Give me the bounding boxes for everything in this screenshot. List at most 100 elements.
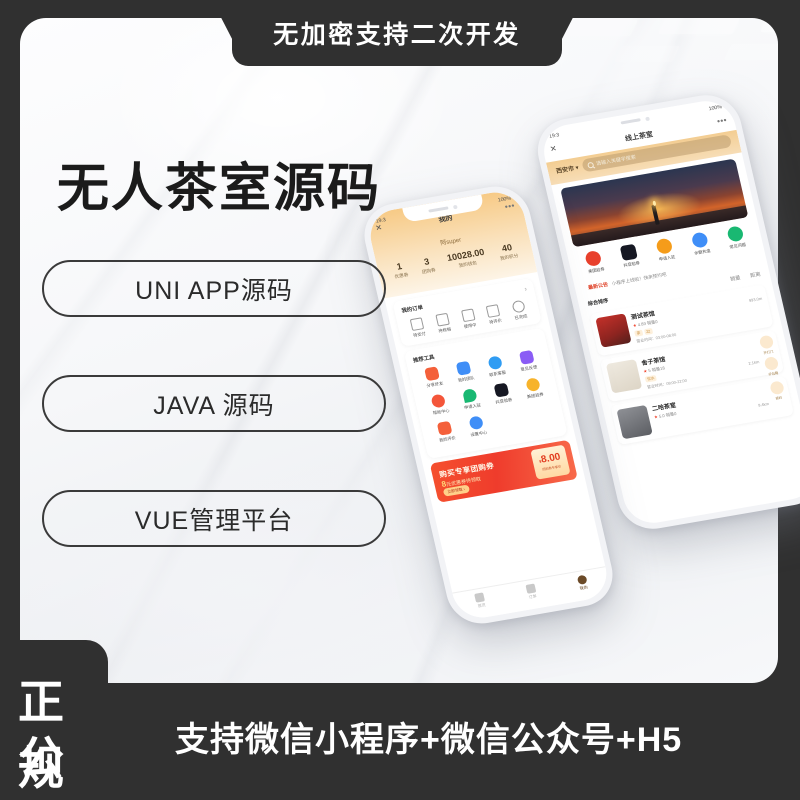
door-icon [460, 308, 476, 323]
tool-help[interactable]: 帮助中心 [422, 392, 458, 418]
order-icon [525, 583, 537, 594]
location-icon [462, 388, 478, 404]
shop-rating: 4.89 [637, 320, 647, 328]
shop-action-label: 开灯门 [763, 349, 774, 356]
shop-tag: 22 [643, 327, 653, 336]
stat-coupons[interactable]: 1 优惠券 [392, 261, 410, 280]
tab-home[interactable]: 首页 [474, 592, 487, 610]
tool-label: 抖音验券 [495, 397, 513, 406]
meituan-icon [584, 249, 603, 268]
douyin-icon [493, 383, 510, 398]
tool-service[interactable]: 联系客服 [478, 354, 514, 380]
shop-rating: 5.0 [658, 413, 666, 420]
tab-orders[interactable]: 订单 [525, 583, 538, 601]
check-circle-icon [511, 300, 526, 314]
more-icon[interactable]: ••• [716, 116, 728, 126]
promo-coupon: ¥8.00 团购券专享价 [530, 445, 571, 481]
company-badge-line2: 公司 [18, 732, 67, 800]
close-icon[interactable]: ✕ [549, 144, 558, 154]
tool-label: 我的团队 [457, 375, 476, 384]
feature-pill-label: UNI APP源码 [135, 276, 293, 305]
order-status-label: 使用中 [463, 322, 478, 330]
help-icon [430, 393, 447, 409]
city-label: 西安市 [555, 166, 575, 176]
gear-icon [468, 415, 485, 431]
quick-icon-faq[interactable]: 常见问题 [716, 224, 757, 253]
comment-icon [486, 304, 501, 319]
order-status-label: 待核销 [438, 326, 452, 334]
feature-pill-uniapp[interactable]: UNI APP源码 [42, 260, 386, 317]
tool-label: 联系客服 [488, 370, 507, 378]
tools-card: 推荐工具 分享好友 我的团队 联系客服 意见反馈 帮助中心 申请入驻 抖音验券 … [403, 328, 568, 460]
poster-root: 无加密支持二次开发 无人茶室源码 UNI APP源码 JAVA 源码 VUE管理… [0, 0, 800, 800]
order-status-inuse[interactable]: 使用中 [455, 308, 483, 332]
shop-action-group[interactable]: 预约 [768, 380, 786, 402]
quick-icon-recharge[interactable]: 余额充值 [680, 230, 721, 259]
stat-points[interactable]: 40 我的积分 [497, 242, 519, 262]
page-title: 无人茶室源码 [57, 160, 382, 218]
tool-label: 意见反馈 [520, 364, 538, 373]
star-icon: ★ [653, 414, 659, 421]
quick-icon-meituan[interactable]: 美团验券 [574, 248, 615, 277]
quick-icon-label: 常见问题 [729, 241, 747, 250]
team-icon [455, 361, 472, 377]
tool-feedback[interactable]: 意见反馈 [509, 349, 545, 375]
tools-title: 推荐工具 [412, 355, 436, 365]
tool-meituan[interactable]: 美团验券 [516, 376, 552, 402]
tool-team[interactable]: 我的团队 [447, 360, 483, 386]
user-icon [576, 574, 588, 585]
quick-icon-apply[interactable]: 申请入驻 [645, 236, 686, 265]
tool-douyin[interactable]: 抖音验券 [484, 382, 520, 408]
feature-pill-label: VUE管理平台 [134, 506, 294, 535]
door-icon [763, 356, 779, 372]
order-status-label: 待支付 [412, 331, 427, 339]
order-status-label: 已完成 [514, 313, 528, 321]
quick-icon-label: 申请入驻 [658, 254, 676, 262]
order-status-done[interactable]: 已完成 [505, 299, 533, 323]
order-status-verify[interactable]: 待核销 [429, 312, 457, 336]
wallet-icon [409, 317, 425, 332]
service-icon [487, 355, 504, 371]
tab-label: 首页 [477, 602, 487, 609]
stat-group-coupons[interactable]: 3 团购券 [419, 256, 437, 276]
tab-mine[interactable]: 我的 [576, 574, 589, 592]
feedback-icon [518, 350, 535, 366]
order-status-review[interactable]: 待评价 [480, 303, 508, 327]
home-icon [474, 592, 486, 603]
search-icon [586, 161, 594, 169]
feature-pill-java[interactable]: JAVA 源码 [42, 375, 386, 432]
city-selector[interactable]: 西安市 ▾ [555, 162, 580, 176]
sort-option-distance[interactable]: 距离 [750, 271, 762, 280]
quick-icon-douyin[interactable]: 抖音验券 [610, 242, 651, 271]
tool-review[interactable]: 我的评价 [428, 420, 464, 446]
orders-title: 我的订单 [401, 305, 424, 315]
shop-thumbnail [616, 405, 653, 440]
review-icon [437, 421, 453, 437]
company-badge: 正规 公司 [0, 640, 108, 800]
tab-label: 订单 [528, 593, 538, 600]
shop-action-label: 开包厢 [768, 371, 779, 377]
search-placeholder: 请输入关键字搜索 [595, 154, 637, 168]
box-icon [435, 313, 450, 328]
shop-sales: 销量0 [665, 411, 678, 418]
tool-apply[interactable]: 申请入驻 [453, 387, 489, 413]
sort-option-composite[interactable]: 综合排序 [587, 297, 609, 307]
tools-grid: 分享好友 我的团队 联系客服 意见反馈 帮助中心 申请入驻 抖音验券 美团验券 … [415, 349, 559, 452]
door-icon [758, 334, 774, 350]
top-banner: 无加密支持二次开发 [232, 0, 562, 66]
feature-pill-list: UNI APP源码 JAVA 源码 VUE管理平台 [42, 260, 386, 605]
tool-label: 美团验券 [526, 391, 545, 400]
tool-share[interactable]: 分享好友 [415, 365, 451, 391]
stat-wallet[interactable]: 10028.00 我的钱包 [446, 247, 487, 271]
shop-tag: 茶 [634, 329, 643, 338]
feature-pill-vue[interactable]: VUE管理平台 [42, 490, 386, 547]
sort-option-sales[interactable]: 销量 [729, 274, 742, 283]
tool-label: 帮助中心 [432, 408, 451, 416]
douyin-icon [619, 243, 639, 261]
tool-settings[interactable]: 设置中心 [459, 414, 495, 440]
meituan-icon [524, 377, 541, 393]
order-status-pay[interactable]: 待支付 [404, 317, 432, 341]
stat-value: 1 [395, 261, 403, 272]
wallet-icon [690, 231, 709, 249]
stat-label: 我的积分 [499, 253, 519, 262]
